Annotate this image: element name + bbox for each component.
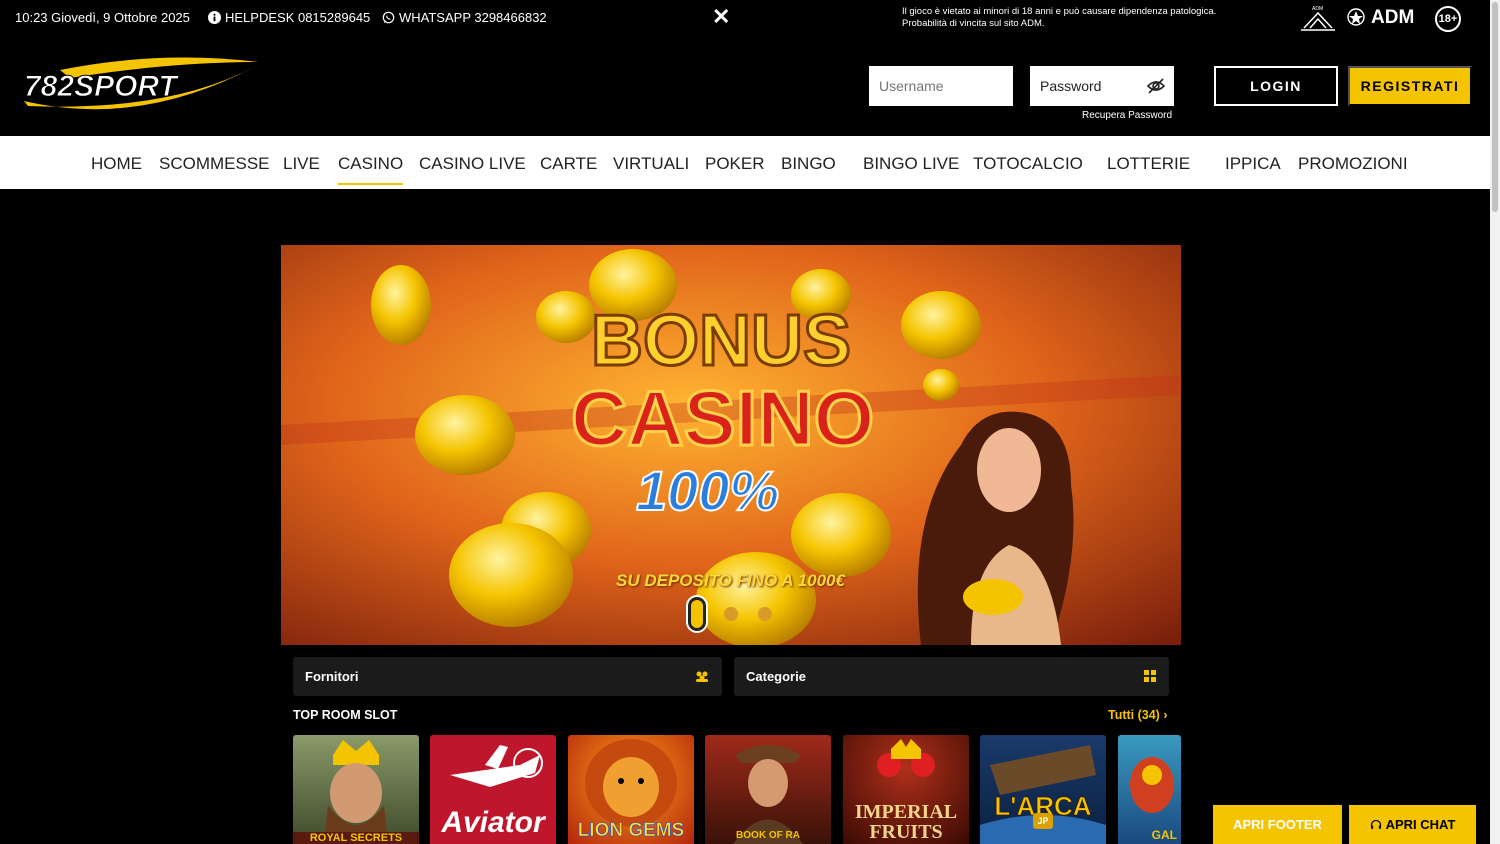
game-tile-imperial-fruits[interactable]: IMPERIAL FRUITS [843, 735, 969, 844]
game-title: GAL [1151, 828, 1177, 842]
banner-line1: BONUS [591, 301, 851, 381]
open-footer-label: APRI FOOTER [1233, 817, 1322, 832]
datetime: 10:23 Giovedì, 9 Ottobre 2025 [15, 10, 190, 25]
emblem-icon [1347, 8, 1365, 26]
logo-text: 782SPORT [24, 70, 180, 103]
nav-casino[interactable]: CASINO [338, 154, 404, 185]
nav-scommesse[interactable]: SCOMMESSE [159, 154, 270, 174]
nav-bingo[interactable]: BINGO [781, 154, 836, 174]
register-button[interactable]: REGISTRATI [1348, 66, 1472, 106]
site-logo[interactable]: 782SPORT [20, 56, 260, 116]
nav-poker[interactable]: POKER [705, 154, 765, 174]
game-tile-larca[interactable]: L'ARCA JP [980, 735, 1106, 844]
password-input[interactable]: Password [1030, 66, 1174, 106]
whatsapp-link[interactable]: WHATSAPP 3298466832 [382, 10, 547, 25]
banner-line2: CASINO [571, 374, 874, 462]
nav-casino-live[interactable]: CASINO LIVE [419, 154, 526, 174]
open-footer-button[interactable]: APRI FOOTER [1213, 805, 1342, 844]
view-all-link[interactable]: Tutti (34) › [1108, 708, 1168, 722]
headset-icon [1370, 819, 1381, 829]
recover-password-link[interactable]: Recupera Password [1082, 110, 1172, 121]
promo-banner[interactable]: BONUS CASINO 100% SU DEPOSITO FINO A 100… [281, 245, 1181, 645]
top-bar: 10:23 Giovedì, 9 Ottobre 2025 HELPDESK 0… [0, 0, 1490, 36]
whatsapp-text: WHATSAPP 3298466832 [399, 10, 547, 25]
password-placeholder: Password [1040, 78, 1102, 94]
game-title-line2: FRUITS [869, 821, 943, 843]
game-title: LION GEMS [577, 820, 685, 842]
game-tile-book-of-ra[interactable]: BOOK OF RA [705, 735, 831, 844]
game-artwork [324, 740, 388, 844]
nav-carte[interactable]: CARTE [540, 154, 597, 174]
header: 782SPORT Password Recupera Password LOGI… [0, 36, 1490, 136]
nav-totocalcio[interactable]: TOTOCALCIO [973, 154, 1083, 174]
categories-filter[interactable]: Categorie [734, 657, 1169, 696]
nav-virtuali[interactable]: VIRTUALI [613, 154, 689, 174]
banner-line3: 100% [636, 459, 779, 522]
slide-dot-2[interactable] [724, 607, 738, 621]
providers-label: Fornitori [305, 669, 359, 684]
nav-bingo-live[interactable]: BINGO LIVE [863, 154, 959, 174]
nav-promozioni[interactable]: PROMOZIONI [1298, 154, 1408, 174]
nav-live[interactable]: LIVE [283, 154, 320, 174]
open-chat-button[interactable]: APRI CHAT [1349, 805, 1476, 844]
chevron-right-icon: › [1163, 708, 1168, 722]
jackpot-badge: JP [1033, 813, 1053, 829]
categories-label: Categorie [746, 669, 806, 684]
game-tile-partial[interactable]: GAL [1118, 735, 1181, 844]
login-button[interactable]: LOGIN [1214, 66, 1338, 106]
info-icon [208, 11, 221, 24]
game-title: ROYAL SECRETS [293, 832, 419, 844]
game-tile-lion-gems[interactable]: LION GEMS [568, 735, 694, 844]
main-nav: HOME SCOMMESSE LIVE CASINO CASINO LIVE C… [0, 136, 1490, 189]
whatsapp-icon [382, 11, 395, 24]
adm-emblem-small: ADM [1300, 4, 1336, 35]
game-title: IMPERIAL FRUITS [843, 802, 969, 842]
game-title: Aviator [441, 806, 545, 839]
open-chat-label: APRI CHAT [1385, 817, 1456, 832]
game-title: BOOK OF RA [736, 830, 800, 841]
view-all-text: Tutti (34) [1108, 708, 1160, 722]
nav-home[interactable]: HOME [91, 154, 142, 174]
close-icon[interactable]: ✕ [712, 4, 730, 30]
game-tile-aviator[interactable]: Aviator [430, 735, 556, 844]
slide-dot-1[interactable] [691, 600, 703, 628]
adm-small-text: ADM [1312, 6, 1323, 12]
game-title-line1: IMPERIAL [854, 801, 958, 823]
nav-ippica[interactable]: IPPICA [1225, 154, 1281, 174]
eye-slash-icon[interactable] [1146, 76, 1166, 96]
section-title: TOP ROOM SLOT [293, 708, 398, 722]
gambling-warning: Il gioco è vietato ai minori di 18 anni … [902, 6, 1217, 29]
game-tile-royal-secrets[interactable]: ROYAL SECRETS [293, 735, 419, 844]
helpdesk-link[interactable]: HELPDESK 0815289645 [208, 10, 370, 25]
providers-icon [696, 671, 708, 682]
helpdesk-text: HELPDESK 0815289645 [225, 10, 371, 25]
nav-lotterie[interactable]: LOTTERIE [1107, 154, 1190, 174]
page-scrollbar[interactable] [1490, 0, 1500, 844]
providers-filter[interactable]: Fornitori [293, 657, 722, 696]
username-input[interactable] [869, 66, 1013, 106]
game-artwork [733, 745, 803, 844]
banner-subtitle: SU DEPOSITO FINO A 1000€ [616, 571, 845, 590]
slide-dot-3[interactable] [758, 607, 772, 621]
grid-icon [1144, 670, 1156, 682]
scrollbar-thumb[interactable] [1492, 2, 1498, 212]
age-18-badge: 18+ [1435, 6, 1461, 32]
adm-logo: ADM [1371, 7, 1415, 28]
